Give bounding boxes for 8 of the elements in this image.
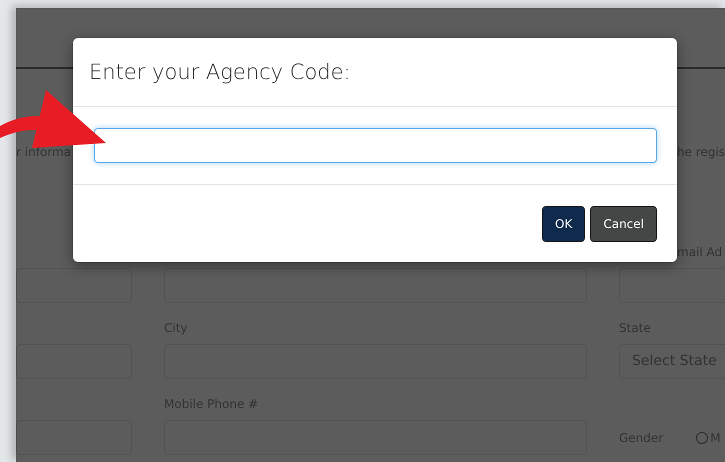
radio-button[interactable]: [696, 432, 708, 444]
dialog-title: Enter your Agency Code:: [89, 60, 351, 84]
cancel-button[interactable]: Cancel: [590, 206, 657, 242]
input-field[interactable]: [16, 344, 132, 379]
agency-code-input[interactable]: [94, 128, 657, 163]
input-field[interactable]: [16, 420, 132, 455]
ok-button[interactable]: OK: [542, 206, 586, 242]
input-field[interactable]: [16, 268, 132, 303]
